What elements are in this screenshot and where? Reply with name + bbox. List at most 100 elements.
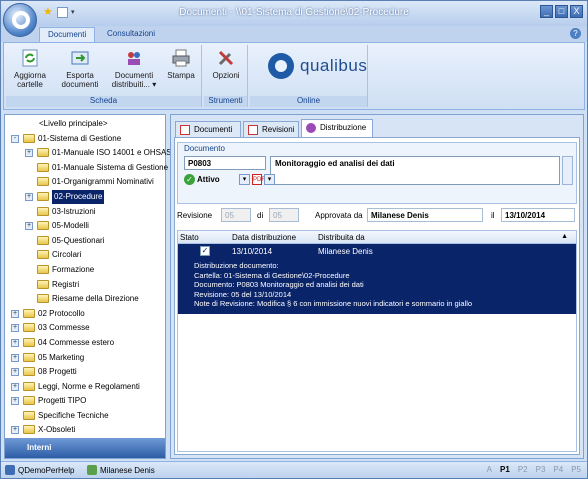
close-button[interactable]: X [570, 5, 583, 18]
expand-icon[interactable]: + [25, 149, 33, 158]
aggiorna-cartelle-button[interactable]: Aggiorna cartelle [12, 49, 48, 89]
expand-icon[interactable]: + [11, 324, 19, 333]
tree-item[interactable]: <Livello principale> [5, 117, 165, 132]
expand-icon[interactable]: + [11, 382, 19, 391]
documento-group: Documento P0803 Monitoraggio ed analisi … [177, 142, 577, 204]
di-field[interactable]: 05 [269, 208, 299, 222]
tab-documenti[interactable]: Documenti [175, 121, 241, 137]
tab-distribuzione-label: Distribuzione [320, 123, 367, 132]
pager-p5[interactable]: P5 [571, 465, 581, 474]
folder-icon [37, 279, 49, 289]
tree-item[interactable]: 01-Manuale Sistema di Gestione [5, 161, 168, 176]
pdf-dropdown-icon[interactable]: ▾ [264, 173, 275, 185]
col-data-distribuzione[interactable]: Data distribuzione [232, 233, 296, 242]
folder-icon [23, 425, 35, 435]
folder-icon [23, 133, 35, 143]
tree-item[interactable]: +05-Modelli [5, 219, 165, 234]
ribbon-tab-consultazioni[interactable]: Consultazioni [99, 27, 163, 42]
ribbon-group-online: qualibus Online [250, 45, 368, 107]
approval-date-field[interactable]: 13/10/2014 [501, 208, 575, 222]
tree-item[interactable]: + X-Obsoleti [5, 423, 165, 438]
ribbon-group-scheda: Aggiorna cartelle Esporta documenti Docu… [6, 45, 202, 107]
tree-item[interactable]: Specifiche Tecniche [5, 409, 165, 424]
tree-item-label: 05-Modelli [52, 221, 89, 231]
expand-icon[interactable]: + [11, 368, 19, 377]
tree-item[interactable]: - 01-Sistema di Gestione [5, 132, 165, 147]
tree-item[interactable]: + Leggi, Norme e Regolamenti [5, 380, 165, 395]
tree-item[interactable]: +04 Commesse estero [5, 336, 165, 351]
tree-item[interactable]: + Progetti TIPO [5, 394, 165, 409]
database-status[interactable]: QDemoPerHelp [5, 465, 74, 475]
pager-a[interactable]: A [487, 465, 492, 474]
tree-item-label: 04 Commesse estero [38, 337, 115, 347]
q-logo-icon [12, 11, 30, 29]
cell-data-distribuzione: 13/10/2014 [232, 247, 273, 256]
pager-p2[interactable]: P2 [518, 465, 528, 474]
row-detail: Distribuzione documento: Cartella: 01-Si… [178, 258, 576, 314]
tree-item[interactable]: +03 Commesse [5, 321, 165, 336]
ribbon-tab-documenti[interactable]: Documenti [39, 27, 96, 42]
pdf-icon[interactable]: PDF [252, 173, 265, 185]
folder-icon [23, 367, 35, 377]
tree-item[interactable]: +01-Manuale ISO 14001 e OHSAS [5, 146, 172, 161]
document-code-field[interactable]: P0803 [184, 156, 266, 170]
expand-icon[interactable]: + [25, 192, 33, 201]
expand-icon[interactable]: + [11, 426, 19, 435]
expand-icon[interactable]: + [11, 309, 19, 318]
documenti-distribuiti-button[interactable]: Documenti distribuiti... ▾ [110, 49, 158, 89]
col-stato[interactable]: Stato [180, 233, 199, 242]
folder-icon [37, 235, 49, 245]
help-icon[interactable]: ? [570, 28, 581, 39]
il-label: il [491, 211, 495, 220]
description-scrollbar[interactable] [562, 156, 573, 185]
tab-revisioni[interactable]: Revisioni [243, 121, 299, 137]
qualibus-logo[interactable]: qualibus [268, 53, 367, 79]
collapse-icon[interactable]: - [11, 134, 19, 143]
tree-item[interactable]: +08 Progetti [5, 365, 165, 380]
tree-item-label: Riesame della Direzione [52, 294, 139, 304]
pager-p4[interactable]: P4 [553, 465, 563, 474]
col-distribuita-da[interactable]: Distribuita da [318, 233, 365, 242]
esporta-documenti-button[interactable]: Esporta documenti [58, 49, 102, 89]
users-distribution-icon [128, 52, 140, 65]
maximize-button[interactable]: □ [555, 5, 568, 18]
aggiorna-label-1: Aggiorna [13, 71, 47, 80]
stampa-button[interactable]: Stampa [166, 49, 196, 80]
tree-item[interactable]: 03-Istruzioni [5, 205, 165, 220]
revisione-field[interactable]: 05 [221, 208, 251, 222]
tree-item[interactable]: 05-Questionari [5, 234, 165, 249]
opzioni-button[interactable]: Opzioni [208, 49, 244, 80]
tree-item[interactable]: Riesame della Direzione [5, 292, 165, 307]
tree-item[interactable]: Registri [5, 278, 165, 293]
tree-item[interactable]: +05 Marketing [5, 351, 165, 366]
tab-distribuzione[interactable]: Distribuzione [301, 119, 373, 138]
expand-icon[interactable]: + [11, 397, 19, 406]
pager-p1[interactable]: P1 [500, 465, 510, 474]
tree-item[interactable]: +02 Protocollo [5, 307, 165, 322]
printer-icon [172, 49, 190, 67]
user-status[interactable]: Milanese Denis [87, 465, 155, 475]
expand-icon[interactable]: + [11, 338, 19, 347]
tree-item[interactable]: 01-Organigrammi Nominativi [5, 175, 165, 190]
tree-item[interactable]: Formazione [5, 263, 165, 278]
tree-item-label: 01-Sistema di Gestione [38, 133, 122, 143]
table-row[interactable]: ✓ 13/10/2014 Milanese Denis [178, 244, 576, 258]
approvata-da-field[interactable]: Milanese Denis [367, 208, 483, 222]
tree-item-label: 05-Questionari [52, 235, 105, 245]
document-title-field[interactable]: Monitoraggio ed analisi dei dati [270, 156, 560, 185]
tab-documenti-label: Documenti [194, 125, 233, 134]
tree-item[interactable]: +02-Procedure [5, 189, 165, 205]
app-menu-button[interactable] [3, 3, 37, 37]
minimize-button[interactable]: _ [540, 5, 553, 18]
folder-icon [37, 294, 49, 304]
folder-icon [37, 250, 49, 260]
pager-p3[interactable]: P3 [536, 465, 546, 474]
row-checkbox[interactable]: ✓ [200, 246, 210, 256]
expand-icon[interactable]: + [11, 353, 19, 362]
folder-icon [37, 264, 49, 274]
tree-item[interactable]: Circolari [5, 248, 165, 263]
expand-icon[interactable]: + [25, 222, 33, 231]
interni-section-button[interactable]: Interni [5, 438, 165, 458]
status-dropdown-icon[interactable]: ▾ [239, 173, 250, 185]
folder-tree-panel: <Livello principale> - 01-Sistema di Gesti… [4, 114, 172, 459]
